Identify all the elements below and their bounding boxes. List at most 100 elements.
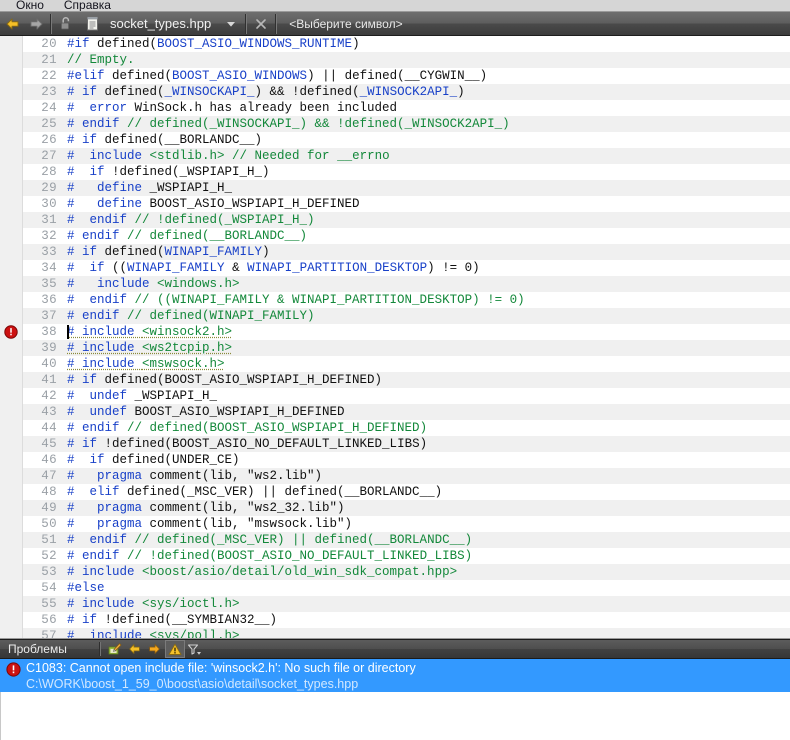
code-text[interactable]: # if defined(WINAPI_FAMILY)	[63, 244, 790, 260]
symbol-selector[interactable]: <Выберите символ>	[279, 17, 402, 31]
editor-gutter[interactable]	[0, 244, 23, 260]
code-text[interactable]: # include <boost/asio/detail/old_win_sdk…	[63, 564, 790, 580]
editor-gutter[interactable]	[0, 516, 23, 532]
code-line[interactable]: 46 # if defined(UNDER_CE)	[0, 452, 790, 468]
editor-gutter[interactable]	[0, 612, 23, 628]
code-text[interactable]: # endif // !defined(_WSPIAPI_H_)	[63, 212, 790, 228]
editor-gutter[interactable]	[0, 292, 23, 308]
code-text[interactable]: // Empty.	[63, 52, 790, 68]
code-text[interactable]: # include <stdlib.h> // Needed for __err…	[63, 148, 790, 164]
editor-gutter[interactable]	[0, 36, 23, 52]
editor-gutter[interactable]	[0, 164, 23, 180]
code-text[interactable]: # include <sys/ioctl.h>	[63, 596, 790, 612]
code-line[interactable]: 22 #elif defined(BOOST_ASIO_WINDOWS) || d…	[0, 68, 790, 84]
code-line[interactable]: 26 # if defined(__BORLANDC__)	[0, 132, 790, 148]
editor-gutter[interactable]	[0, 580, 23, 596]
code-line[interactable]: 49 # pragma comment(lib, "ws2_32.lib")	[0, 500, 790, 516]
code-line[interactable]: 48 # elif defined(_MSC_VER) || defined(__…	[0, 484, 790, 500]
editor-gutter[interactable]	[0, 420, 23, 436]
chevron-down-icon[interactable]	[219, 12, 243, 36]
code-text[interactable]: # endif // defined(__BORLANDC__)	[63, 228, 790, 244]
code-line[interactable]: 47 # pragma comment(lib, "ws2.lib")	[0, 468, 790, 484]
editor-gutter[interactable]	[0, 436, 23, 452]
code-line[interactable]: 29 # define _WSPIAPI_H_	[0, 180, 790, 196]
code-text[interactable]: # endif // defined(_MSC_VER) || defined(…	[63, 532, 790, 548]
code-line[interactable]: 57 # include <sys/poll.h>	[0, 628, 790, 638]
code-text[interactable]: # endif // defined(_WINSOCKAPI_) && !def…	[63, 116, 790, 132]
code-text[interactable]: # if defined(BOOST_ASIO_WSPIAPI_H_DEFINE…	[63, 372, 790, 388]
code-text[interactable]: # include <ws2tcpip.h>	[63, 340, 790, 356]
code-line[interactable]: 34 # if ((WINAPI_FAMILY & WINAPI_PARTITIO…	[0, 260, 790, 276]
editor-gutter[interactable]	[0, 228, 23, 244]
code-text[interactable]: # include <sys/poll.h>	[63, 628, 790, 638]
code-text[interactable]: # include <winsock2.h>	[63, 324, 790, 340]
code-line[interactable]: 28 # if !defined(_WSPIAPI_H_)	[0, 164, 790, 180]
warning-triangle-icon[interactable]	[164, 640, 185, 658]
code-line[interactable]: 33 # if defined(WINAPI_FAMILY)	[0, 244, 790, 260]
code-line[interactable]: 36 # endif // ((WINAPI_FAMILY & WINAPI_PA…	[0, 292, 790, 308]
problem-row[interactable]: C1083: Cannot open include file: 'winsoc…	[0, 659, 790, 692]
code-text[interactable]: # endif // ((WINAPI_FAMILY & WINAPI_PART…	[63, 292, 790, 308]
code-line[interactable]: 45 # if !defined(BOOST_ASIO_NO_DEFAULT_LI…	[0, 436, 790, 452]
editor-gutter[interactable]	[0, 260, 23, 276]
code-line[interactable]: 53 # include <boost/asio/detail/old_win_s…	[0, 564, 790, 580]
code-line[interactable]: 21 // Empty.	[0, 52, 790, 68]
code-line[interactable]: 51 # endif // defined(_MSC_VER) || define…	[0, 532, 790, 548]
code-line[interactable]: 37 # endif // defined(WINAPI_FAMILY)	[0, 308, 790, 324]
code-line[interactable]: 55 # include <sys/ioctl.h>	[0, 596, 790, 612]
editor-gutter[interactable]	[0, 180, 23, 196]
code-line[interactable]: 23 # if defined(_WINSOCKAPI_) && !defined…	[0, 84, 790, 100]
editor-gutter[interactable]	[0, 196, 23, 212]
editor-gutter[interactable]	[0, 308, 23, 324]
code-text[interactable]: # elif defined(_MSC_VER) || defined(__BO…	[63, 484, 790, 500]
code-line[interactable]: 50 # pragma comment(lib, "mswsock.lib")	[0, 516, 790, 532]
code-line[interactable]: 40 # include <mswsock.h>	[0, 356, 790, 372]
editor-gutter[interactable]	[0, 564, 23, 580]
code-line[interactable]: 44 # endif // defined(BOOST_ASIO_WSPIAPI_…	[0, 420, 790, 436]
code-text[interactable]: # if defined(UNDER_CE)	[63, 452, 790, 468]
editor-gutter[interactable]	[0, 116, 23, 132]
code-editor[interactable]: 20 #if defined(BOOST_ASIO_WINDOWS_RUNTIME…	[0, 36, 790, 639]
editor-gutter[interactable]	[0, 324, 23, 340]
code-text[interactable]: # endif // defined(WINAPI_FAMILY)	[63, 308, 790, 324]
filter-funnel-icon[interactable]	[185, 640, 205, 658]
code-text[interactable]: # include <windows.h>	[63, 276, 790, 292]
editor-gutter[interactable]	[0, 468, 23, 484]
code-line[interactable]: 42 # undef _WSPIAPI_H_	[0, 388, 790, 404]
unlocked-padlock-icon[interactable]	[54, 12, 78, 36]
code-line[interactable]: 30 # define BOOST_ASIO_WSPIAPI_H_DEFINED	[0, 196, 790, 212]
editor-gutter[interactable]	[0, 132, 23, 148]
editor-gutter[interactable]	[0, 500, 23, 516]
editor-gutter[interactable]	[0, 340, 23, 356]
code-text[interactable]: # pragma comment(lib, "mswsock.lib")	[63, 516, 790, 532]
editor-gutter[interactable]	[0, 628, 23, 638]
menu-item-help[interactable]: Справка	[54, 0, 121, 11]
active-file-tab[interactable]: socket_types.hpp	[78, 12, 219, 36]
menu-item-window[interactable]: Окно	[6, 0, 54, 11]
code-text[interactable]: # define BOOST_ASIO_WSPIAPI_H_DEFINED	[63, 196, 790, 212]
editor-gutter[interactable]	[0, 532, 23, 548]
editor-gutter[interactable]	[0, 372, 23, 388]
code-line[interactable]: 52 # endif // !defined(BOOST_ASIO_NO_DEFA…	[0, 548, 790, 564]
code-text[interactable]: # if !defined(_WSPIAPI_H_)	[63, 164, 790, 180]
code-line[interactable]: 54 #else	[0, 580, 790, 596]
code-text[interactable]: # undef BOOST_ASIO_WSPIAPI_H_DEFINED	[63, 404, 790, 420]
code-line[interactable]: 24 # error WinSock.h has already been inc…	[0, 100, 790, 116]
editor-gutter[interactable]	[0, 100, 23, 116]
code-text[interactable]: # pragma comment(lib, "ws2.lib")	[63, 468, 790, 484]
editor-gutter[interactable]	[0, 276, 23, 292]
previous-arrow-icon[interactable]	[125, 640, 145, 658]
code-line[interactable]: 25 # endif // defined(_WINSOCKAPI_) && !d…	[0, 116, 790, 132]
code-text[interactable]: #else	[63, 580, 790, 596]
edit-pencil-icon[interactable]	[105, 640, 125, 658]
editor-gutter[interactable]	[0, 212, 23, 228]
breakpoint-error-icon[interactable]	[4, 325, 18, 339]
code-text[interactable]: # if defined(__BORLANDC__)	[63, 132, 790, 148]
code-text[interactable]: # include <mswsock.h>	[63, 356, 790, 372]
editor-gutter[interactable]	[0, 404, 23, 420]
code-text[interactable]: #elif defined(BOOST_ASIO_WINDOWS) || def…	[63, 68, 790, 84]
editor-gutter[interactable]	[0, 68, 23, 84]
code-line[interactable]: 38 # include <winsock2.h>	[0, 324, 790, 340]
code-line[interactable]: 31 # endif // !defined(_WSPIAPI_H_)	[0, 212, 790, 228]
editor-gutter[interactable]	[0, 84, 23, 100]
